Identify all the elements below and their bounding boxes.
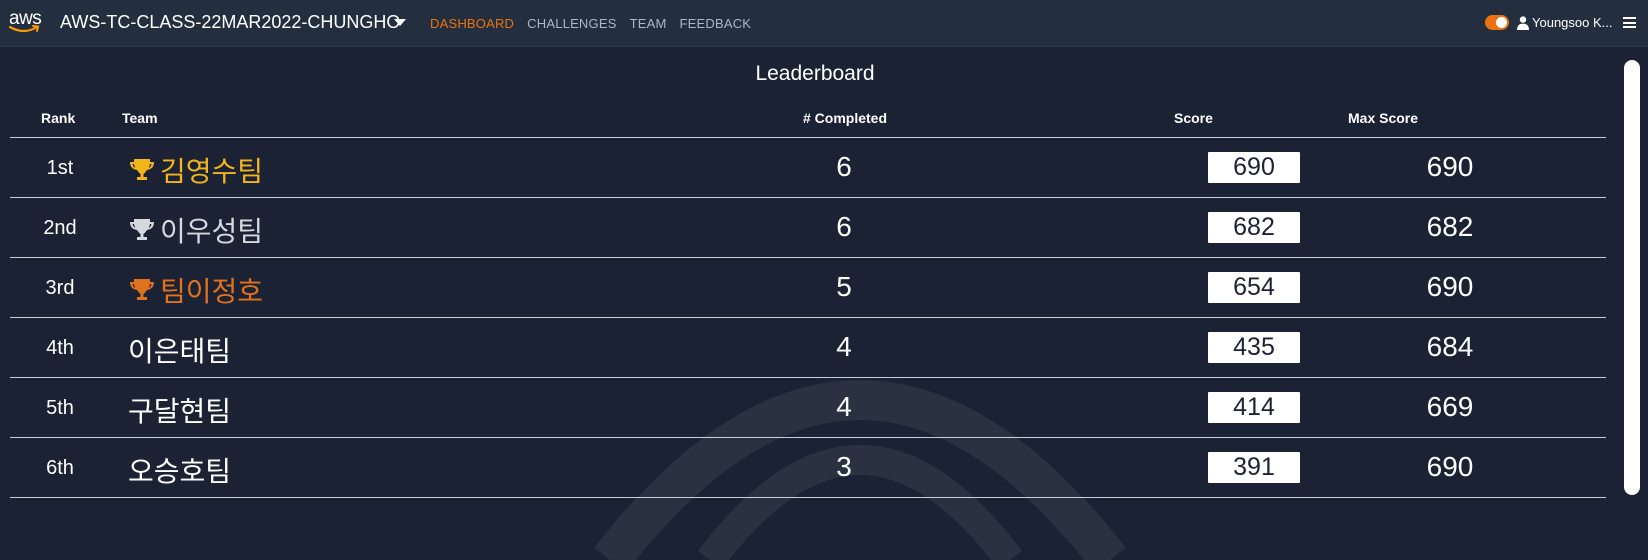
team-name: 오승호팀 bbox=[128, 455, 232, 488]
table-row: 2nd 이우성팀 6 682 682 bbox=[10, 198, 1606, 258]
table-row: 3rd 팀이정호 5 654 690 bbox=[10, 258, 1606, 318]
completed-cell: 4 bbox=[836, 391, 852, 422]
event-title-dropdown[interactable]: AWS-TC-CLASS-22MAR2022-CHUNGHO bbox=[60, 12, 400, 33]
trophy-icon bbox=[130, 279, 154, 300]
user-name[interactable]: Youngsoo K... bbox=[1532, 15, 1612, 30]
completed-cell: 3 bbox=[836, 451, 852, 482]
max-score-cell: 690 bbox=[1426, 151, 1474, 182]
completed-cell: 6 bbox=[836, 151, 852, 182]
score-badge: 682 bbox=[1208, 212, 1300, 243]
toggle-knob bbox=[1496, 17, 1507, 28]
aws-logo-icon[interactable]: aws bbox=[8, 8, 46, 38]
rank-cell: 2nd bbox=[43, 217, 77, 239]
rank-cell: 6th bbox=[46, 457, 74, 479]
team-column-header: Team bbox=[122, 110, 158, 126]
team-name: 이우성팀 bbox=[160, 215, 264, 248]
aws-smile-icon bbox=[8, 25, 40, 33]
theme-toggle[interactable] bbox=[1485, 15, 1509, 30]
team-name: 김영수팀 bbox=[160, 155, 264, 188]
score-badge: 414 bbox=[1208, 392, 1300, 423]
nav-link-team[interactable]: TEAM bbox=[630, 16, 667, 31]
max-score-cell: 690 bbox=[1426, 271, 1474, 302]
team-name: 팀이정호 bbox=[160, 275, 264, 308]
team-cell[interactable]: 팀이정호 bbox=[128, 270, 263, 310]
team-name: 구달현팀 bbox=[128, 395, 232, 428]
rank-cell: 3rd bbox=[45, 277, 75, 299]
table-row: 5th 구달현팀 4 414 669 bbox=[10, 378, 1606, 438]
nav-link-dashboard[interactable]: DASHBOARD bbox=[430, 16, 514, 31]
rank-cell: 1st bbox=[46, 157, 74, 179]
completed-cell: 6 bbox=[836, 211, 852, 242]
table-row: 4th 이은태팀 4 435 684 bbox=[10, 318, 1606, 378]
max-score-cell: 669 bbox=[1426, 391, 1474, 422]
user-icon[interactable] bbox=[1517, 16, 1529, 30]
table-body: 1st 김영수팀 6 690 690 2nd 이우성팀 6 682 682 3rd 팀이정호 5 654 6… bbox=[10, 138, 1606, 498]
rank-cell: 5th bbox=[46, 397, 74, 419]
team-cell[interactable]: 오승호팀 bbox=[128, 450, 231, 490]
completed-cell: 4 bbox=[836, 331, 852, 362]
rank-cell: 4th bbox=[46, 337, 74, 359]
score-badge: 435 bbox=[1208, 332, 1300, 363]
completed-cell: 5 bbox=[836, 271, 852, 302]
rank-column-header: Rank bbox=[41, 110, 76, 126]
score-badge: 654 bbox=[1208, 272, 1300, 303]
max-score-cell: 690 bbox=[1426, 451, 1474, 482]
score-badge: 391 bbox=[1208, 452, 1300, 483]
score-badge: 690 bbox=[1208, 152, 1300, 183]
team-cell[interactable]: 김영수팀 bbox=[128, 150, 263, 190]
caret-down-icon[interactable] bbox=[394, 19, 406, 26]
trophy-icon bbox=[130, 219, 154, 240]
max-score-cell: 684 bbox=[1426, 331, 1474, 362]
hamburger-menu-icon[interactable] bbox=[1623, 17, 1636, 28]
nav-links: DASHBOARD CHALLENGES TEAM FEEDBACK bbox=[430, 16, 751, 31]
leaderboard-table: Rank Team # Completed Score Max Score 1s… bbox=[10, 102, 1606, 498]
completed-column-header: # Completed bbox=[803, 110, 888, 126]
leaderboard-title: Leaderboard bbox=[755, 62, 875, 85]
trophy-icon bbox=[130, 159, 154, 180]
team-cell[interactable]: 이우성팀 bbox=[128, 210, 263, 250]
score-column-header: Score bbox=[1174, 110, 1213, 126]
team-name: 이은태팀 bbox=[128, 335, 232, 368]
scrollbar-thumb[interactable] bbox=[1624, 60, 1640, 495]
team-cell[interactable]: 이은태팀 bbox=[128, 330, 231, 370]
nav-link-challenges[interactable]: CHALLENGES bbox=[527, 16, 616, 31]
nav-link-feedback[interactable]: FEEDBACK bbox=[680, 16, 752, 31]
team-cell[interactable]: 구달현팀 bbox=[128, 390, 231, 430]
table-header: Rank Team # Completed Score Max Score bbox=[10, 102, 1606, 138]
top-navigation-bar: aws AWS-TC-CLASS-22MAR2022-CHUNGHO DASHB… bbox=[0, 0, 1648, 47]
max-score-cell: 682 bbox=[1426, 211, 1474, 242]
table-row: 6th 오승호팀 3 391 690 bbox=[10, 438, 1606, 498]
table-row: 1st 김영수팀 6 690 690 bbox=[10, 138, 1606, 198]
max-score-column-header: Max Score bbox=[1348, 110, 1419, 126]
